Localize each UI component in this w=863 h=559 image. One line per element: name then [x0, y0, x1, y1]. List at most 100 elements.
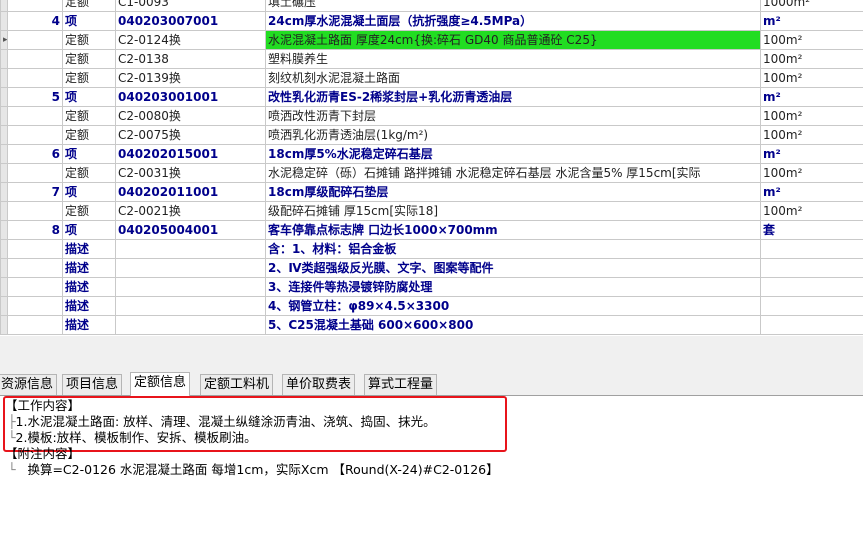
type-cell[interactable]: 描述 — [62, 277, 116, 297]
name-cell[interactable]: 18cm厚级配碎石垫层 — [265, 182, 761, 202]
row-number-cell[interactable] — [7, 49, 63, 69]
row-indicator[interactable]: ▸ — [0, 30, 8, 50]
unit-cell[interactable] — [760, 315, 863, 335]
row-indicator[interactable] — [0, 315, 8, 335]
row-indicator[interactable] — [0, 201, 8, 221]
name-cell[interactable]: 含：1、材料：铝合金板 — [265, 239, 761, 259]
row-indicator[interactable] — [0, 68, 8, 88]
unit-cell[interactable]: m² — [760, 87, 863, 107]
unit-cell[interactable]: 100m² — [760, 68, 863, 88]
description-row[interactable]: 描述 4、钢管立柱：φ89×4.5×3300 — [0, 296, 863, 316]
description-row[interactable]: 描述 2、Ⅳ类超强级反光膜、文字、图案等配件 — [0, 258, 863, 278]
row-indicator[interactable] — [0, 106, 8, 126]
quota-row[interactable]: 定额 C2-0031换 水泥稳定碎（砾）石摊铺 路拌摊铺 水泥稳定碎石基层 水泥含量… — [0, 163, 863, 183]
row-indicator[interactable] — [0, 87, 8, 107]
type-cell[interactable]: 定额 — [62, 125, 116, 145]
tab-unit-price-fee[interactable]: 单价取费表 — [282, 374, 356, 395]
row-indicator[interactable] — [0, 125, 8, 145]
name-cell[interactable]: 5、C25混凝土基础 600×600×800 — [265, 315, 761, 335]
row-number-cell[interactable] — [7, 277, 63, 297]
row-number-cell[interactable]: 5 — [7, 87, 63, 107]
name-cell[interactable]: 3、连接件等热浸镀锌防腐处理 — [265, 277, 761, 297]
row-number-cell[interactable] — [7, 296, 63, 316]
name-cell[interactable]: 改性乳化沥青ES-2稀浆封层+乳化沥青透油层 — [265, 87, 761, 107]
type-cell[interactable]: 描述 — [62, 258, 116, 278]
row-indicator[interactable] — [0, 163, 8, 183]
type-cell[interactable]: 项 — [62, 87, 116, 107]
code-cell[interactable]: 040203001001 — [115, 87, 266, 107]
code-cell[interactable]: C2-0021换 — [115, 201, 266, 221]
tab-project-info[interactable]: 项目信息 — [62, 374, 123, 395]
unit-cell[interactable]: m² — [760, 182, 863, 202]
row-indicator[interactable] — [0, 49, 8, 69]
name-cell[interactable]: 喷洒改性沥青下封层 — [265, 106, 761, 126]
name-cell[interactable]: 2、Ⅳ类超强级反光膜、文字、图案等配件 — [265, 258, 761, 278]
tab-resource-info[interactable]: 资源信息 — [0, 374, 58, 395]
quota-row[interactable]: 定额 C2-0139换 刻纹机刻水泥混凝土路面 100m² — [0, 68, 863, 88]
row-number-cell[interactable]: 7 — [7, 182, 63, 202]
type-cell[interactable]: 定额 — [62, 201, 116, 221]
tab-quota-info[interactable]: 定额信息 — [130, 372, 191, 396]
name-cell[interactable]: 塑料膜养生 — [265, 49, 761, 69]
row-indicator[interactable] — [0, 182, 8, 202]
name-cell[interactable]: 客车停靠点标志牌 口边长1000×700mm — [265, 220, 761, 240]
code-cell[interactable] — [115, 315, 266, 335]
row-number-cell[interactable]: 8 — [7, 220, 63, 240]
name-cell[interactable]: 24cm厚水泥混凝土面层（抗折强度≥4.5MPa） — [265, 11, 761, 31]
unit-cell[interactable]: 100m² — [760, 106, 863, 126]
type-cell[interactable]: 项 — [62, 11, 116, 31]
bill-item-row[interactable]: 7 项 040202011001 18cm厚级配碎石垫层 m² — [0, 182, 863, 202]
code-cell[interactable] — [115, 239, 266, 259]
code-cell[interactable]: C1-0093 — [115, 0, 266, 12]
row-number-cell[interactable] — [7, 0, 63, 12]
unit-cell[interactable]: m² — [760, 144, 863, 164]
code-cell[interactable] — [115, 258, 266, 278]
type-cell[interactable]: 定额 — [62, 30, 116, 50]
unit-cell[interactable]: 100m² — [760, 125, 863, 145]
code-cell[interactable]: C2-0124换 — [115, 30, 266, 50]
unit-cell[interactable]: 100m² — [760, 201, 863, 221]
code-cell[interactable]: 040205004001 — [115, 220, 266, 240]
code-cell[interactable]: C2-0138 — [115, 49, 266, 69]
unit-cell[interactable] — [760, 277, 863, 297]
row-number-cell[interactable] — [7, 68, 63, 88]
type-cell[interactable]: 定额 — [62, 106, 116, 126]
tab-quota-material[interactable]: 定额工料机 — [200, 374, 274, 395]
unit-cell[interactable]: 100m² — [760, 30, 863, 50]
code-cell[interactable]: C2-0075换 — [115, 125, 266, 145]
quota-row[interactable]: ▸ 定额 C2-0124换 水泥混凝土路面 厚度24cm{换:碎石 GD40 商品普通… — [0, 30, 863, 50]
type-cell[interactable]: 定额 — [62, 0, 116, 12]
type-cell[interactable]: 项 — [62, 220, 116, 240]
quota-row[interactable]: 定额 C2-0021换 级配碎石摊铺 厚15cm[实际18] 100m² — [0, 201, 863, 221]
row-number-cell[interactable] — [7, 30, 63, 50]
code-cell[interactable] — [115, 296, 266, 316]
unit-cell[interactable]: m² — [760, 11, 863, 31]
code-cell[interactable]: C2-0080换 — [115, 106, 266, 126]
type-cell[interactable]: 定额 — [62, 68, 116, 88]
bill-item-row[interactable]: 8 项 040205004001 客车停靠点标志牌 口边长1000×700mm 套 — [0, 220, 863, 240]
description-row[interactable]: 描述 3、连接件等热浸镀锌防腐处理 — [0, 277, 863, 297]
type-cell[interactable]: 描述 — [62, 239, 116, 259]
row-indicator[interactable] — [0, 239, 8, 259]
bill-grid[interactable]: 定额 C1-0093 填土碾压 1000m² 4 项 040203007001 24cm厚水泥… — [0, 0, 863, 336]
row-number-cell[interactable] — [7, 106, 63, 126]
splitter-panel[interactable] — [0, 336, 863, 372]
name-cell[interactable]: 喷洒乳化沥青透油层(1kg/m²) — [265, 125, 761, 145]
name-cell[interactable]: 填土碾压 — [265, 0, 761, 12]
unit-cell[interactable]: 套 — [760, 220, 863, 240]
type-cell[interactable]: 描述 — [62, 296, 116, 316]
name-cell[interactable]: 水泥混凝土路面 厚度24cm{换:碎石 GD40 商品普通砼 C25} — [265, 30, 761, 50]
quota-row[interactable]: 定额 C1-0093 填土碾压 1000m² — [0, 0, 863, 12]
code-cell[interactable]: C2-0031换 — [115, 163, 266, 183]
row-indicator[interactable] — [0, 144, 8, 164]
quota-row[interactable]: 定额 C2-0080换 喷洒改性沥青下封层 100m² — [0, 106, 863, 126]
quota-row[interactable]: 定额 C2-0075换 喷洒乳化沥青透油层(1kg/m²) 100m² — [0, 125, 863, 145]
row-indicator[interactable] — [0, 11, 8, 31]
name-cell[interactable]: 18cm厚5%水泥稳定碎石基层 — [265, 144, 761, 164]
row-indicator[interactable] — [0, 0, 8, 12]
type-cell[interactable]: 定额 — [62, 49, 116, 69]
bill-item-row[interactable]: 6 项 040202015001 18cm厚5%水泥稳定碎石基层 m² — [0, 144, 863, 164]
type-cell[interactable]: 项 — [62, 182, 116, 202]
row-number-cell[interactable] — [7, 258, 63, 278]
unit-cell[interactable]: 1000m² — [760, 0, 863, 12]
